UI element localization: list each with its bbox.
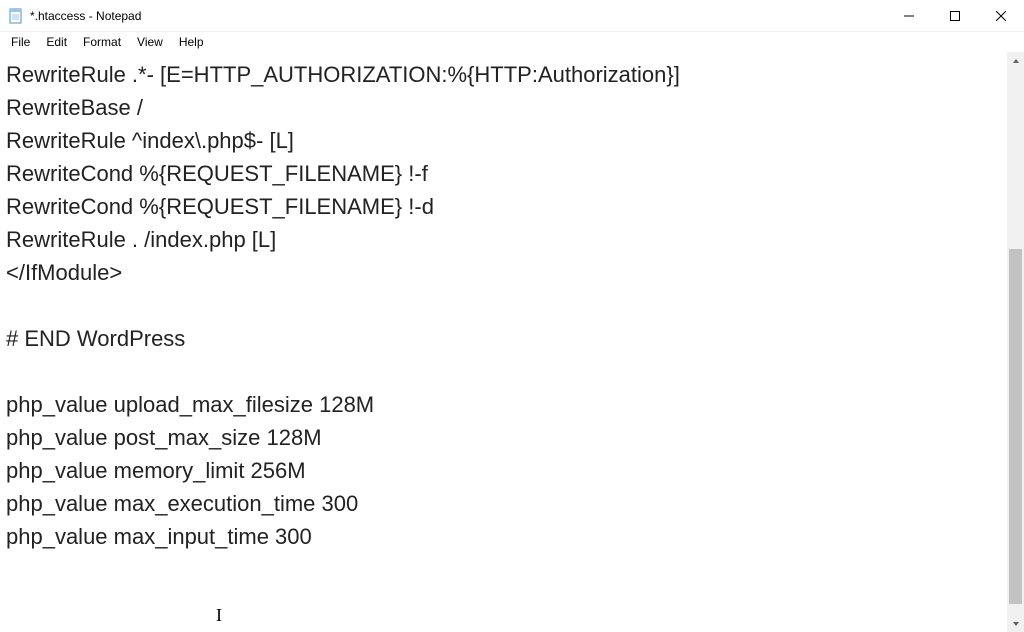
scroll-up-arrow-icon[interactable] (1007, 52, 1024, 69)
editor-area: RewriteRule .*- [E=HTTP_AUTHORIZATION:%{… (0, 52, 1024, 632)
menu-view[interactable]: View (130, 33, 170, 51)
menu-file[interactable]: File (4, 33, 37, 51)
scroll-track[interactable] (1007, 69, 1024, 615)
menu-help[interactable]: Help (172, 33, 211, 51)
menubar: File Edit Format View Help (0, 32, 1024, 52)
maximize-button[interactable] (932, 0, 978, 32)
text-caret-icon: I (216, 605, 222, 626)
menu-format[interactable]: Format (76, 33, 128, 51)
window-title: *.htaccess - Notepad (30, 9, 141, 23)
titlebar: *.htaccess - Notepad (0, 0, 1024, 32)
text-content[interactable]: RewriteRule .*- [E=HTTP_AUTHORIZATION:%{… (0, 52, 1007, 632)
scroll-thumb[interactable] (1009, 249, 1022, 604)
menu-edit[interactable]: Edit (39, 33, 74, 51)
scroll-down-arrow-icon[interactable] (1007, 615, 1024, 632)
vertical-scrollbar[interactable] (1007, 52, 1024, 632)
close-button[interactable] (978, 0, 1024, 32)
minimize-button[interactable] (886, 0, 932, 32)
notepad-icon (8, 8, 24, 24)
